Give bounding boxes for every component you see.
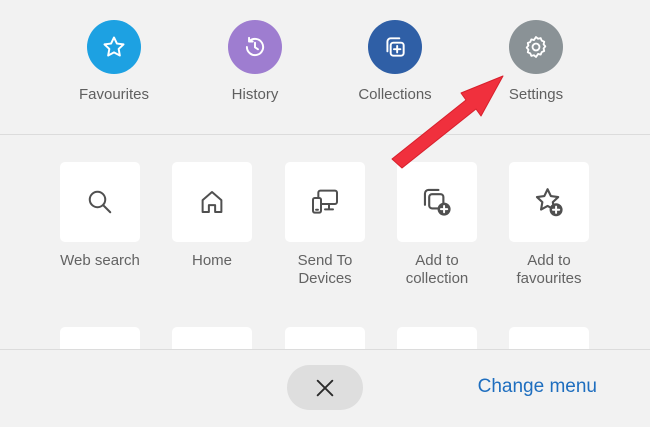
web-search-tile[interactable] <box>60 162 140 242</box>
add-to-favourites-label: Add to favourites <box>516 252 582 287</box>
add-to-favourites-icon <box>535 188 563 217</box>
favourites-icon-circle <box>87 20 141 74</box>
favourites-button[interactable]: Favourites <box>54 20 174 103</box>
change-menu-link[interactable]: Change menu <box>478 376 597 398</box>
web-search-label: Web search <box>60 252 140 269</box>
home-icon <box>201 191 223 213</box>
history-icon-circle <box>228 20 282 74</box>
home-button[interactable]: Home <box>152 162 272 270</box>
star-icon <box>103 36 125 57</box>
send-to-devices-button[interactable]: Send To Devices <box>265 162 385 288</box>
add-to-collection-icon <box>423 188 451 216</box>
bottom-bar: Change menu <box>0 349 650 427</box>
gear-icon <box>525 36 547 58</box>
add-to-collection-label: Add to collection <box>405 252 469 287</box>
close-icon <box>316 379 334 396</box>
section-divider <box>0 134 650 135</box>
collections-label: Collections <box>358 86 432 103</box>
send-to-devices-icon <box>312 189 338 214</box>
close-button[interactable] <box>287 365 363 410</box>
collections-button[interactable]: Collections <box>335 20 455 103</box>
add-to-favourites-tile[interactable] <box>509 162 589 242</box>
search-icon <box>88 190 112 214</box>
collections-icon <box>386 37 405 57</box>
add-to-favourites-button[interactable]: Add to favourites <box>489 162 609 288</box>
history-label: History <box>231 86 279 103</box>
add-to-collection-tile[interactable] <box>397 162 477 242</box>
add-to-collection-button[interactable]: Add to collection <box>377 162 497 288</box>
favourites-label: Favourites <box>78 86 150 103</box>
history-icon <box>245 36 265 57</box>
web-search-button[interactable]: Web search <box>40 162 160 270</box>
settings-button[interactable]: Settings <box>476 20 596 103</box>
top-actions-row: Favourites History Collections Settings <box>0 0 650 134</box>
history-button[interactable]: History <box>195 20 315 103</box>
home-tile[interactable] <box>172 162 252 242</box>
send-to-devices-label: Send To Devices <box>297 252 353 287</box>
send-to-devices-tile[interactable] <box>285 162 365 242</box>
settings-icon-circle <box>509 20 563 74</box>
collections-icon-circle <box>368 20 422 74</box>
home-label: Home <box>191 252 232 269</box>
settings-label: Settings <box>508 86 564 103</box>
